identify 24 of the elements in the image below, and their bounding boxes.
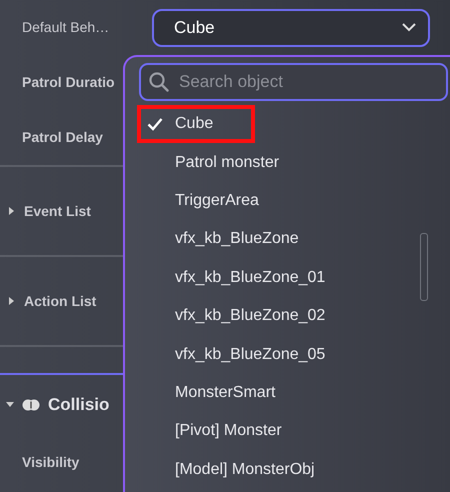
group-title[interactable]: Event List bbox=[24, 200, 91, 222]
property-label: Patrol Delay bbox=[22, 128, 103, 147]
chevron-down-icon bbox=[402, 23, 416, 32]
menu-item[interactable]: Cube bbox=[137, 105, 256, 144]
search-icon bbox=[149, 72, 169, 92]
overlap-circles-icon bbox=[22, 399, 40, 411]
section-title: Collisio bbox=[48, 394, 110, 416]
search-field[interactable]: Search object bbox=[139, 63, 448, 101]
menu-item[interactable]: vfx_kb_BlueZone bbox=[137, 220, 341, 259]
menu-item[interactable]: MonsterSmart bbox=[137, 374, 318, 412]
menu-item[interactable]: vfx_kb_BlueZone_05 bbox=[137, 335, 368, 374]
menu-item[interactable]: vfx_kb_BlueZone_01 bbox=[137, 258, 368, 297]
check-icon bbox=[147, 117, 163, 132]
property-label: Visibility bbox=[22, 453, 80, 472]
menu-item[interactable]: [Pivot] Monster bbox=[137, 412, 324, 451]
menu-item[interactable]: vfx_kb_BlueZone_02 bbox=[137, 296, 368, 336]
menu-item[interactable]: TriggerArea bbox=[137, 182, 301, 220]
object-select[interactable]: Cube bbox=[152, 8, 430, 46]
scrollbar-thumb[interactable] bbox=[420, 233, 428, 301]
group-title[interactable]: Action List bbox=[24, 290, 96, 312]
property-label: Default Beh… bbox=[22, 18, 110, 37]
property-label: Patrol Duratio bbox=[22, 73, 115, 92]
menu-item[interactable]: Patrol monster bbox=[137, 143, 322, 182]
menu-item[interactable]: [Model] MonsterObj bbox=[137, 450, 357, 489]
